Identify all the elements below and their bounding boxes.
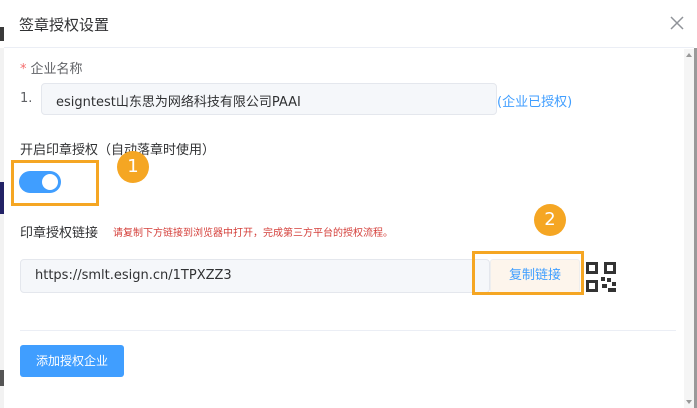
seal-link-label: 印章授权链接 [20,226,99,241]
seal-auth-label: 开启印章授权（自动落章时使用） [20,143,216,158]
close-icon[interactable] [668,14,686,32]
company-name-label: * 企业名称 [20,58,83,77]
qr-code-icon[interactable] [586,262,616,292]
company-name-field: esigntest山东思为网络科技有限公司PAAI [41,83,497,115]
seal-link-hint: 请复制下方链接到浏览器中打开，完成第三方平台的授权流程。 [113,228,393,239]
annotation-badge-1: 1 [117,151,149,183]
company-name-label-text: 企业名称 [30,62,83,77]
toggle-knob [42,174,58,190]
scroll-down-arrow-icon[interactable] [686,400,692,404]
scroll-up-arrow-icon[interactable] [686,53,692,57]
add-authorized-company-button[interactable]: 添加授权企业 [20,345,124,377]
dialog-title: 签章授权设置 [19,16,110,34]
section-divider [20,330,676,331]
required-mark: * [20,62,27,77]
seal-link-field[interactable]: https://smlt.esign.cn/1TPXZZ3 [20,259,490,293]
company-row-index: 1. [20,91,33,106]
dialog-header: 签章授权设置 [4,0,694,48]
dialog-scrollbar[interactable] [684,49,694,408]
seal-auth-toggle[interactable] [19,171,61,193]
annotation-highlight-copy [472,251,584,295]
seal-auth-dialog: 签章授权设置 * 企业名称 1. esigntest山东思为网络科技有限公司PAA… [4,0,694,408]
company-auth-status: (企业已授权) [497,95,573,110]
annotation-badge-2: 2 [534,204,566,236]
